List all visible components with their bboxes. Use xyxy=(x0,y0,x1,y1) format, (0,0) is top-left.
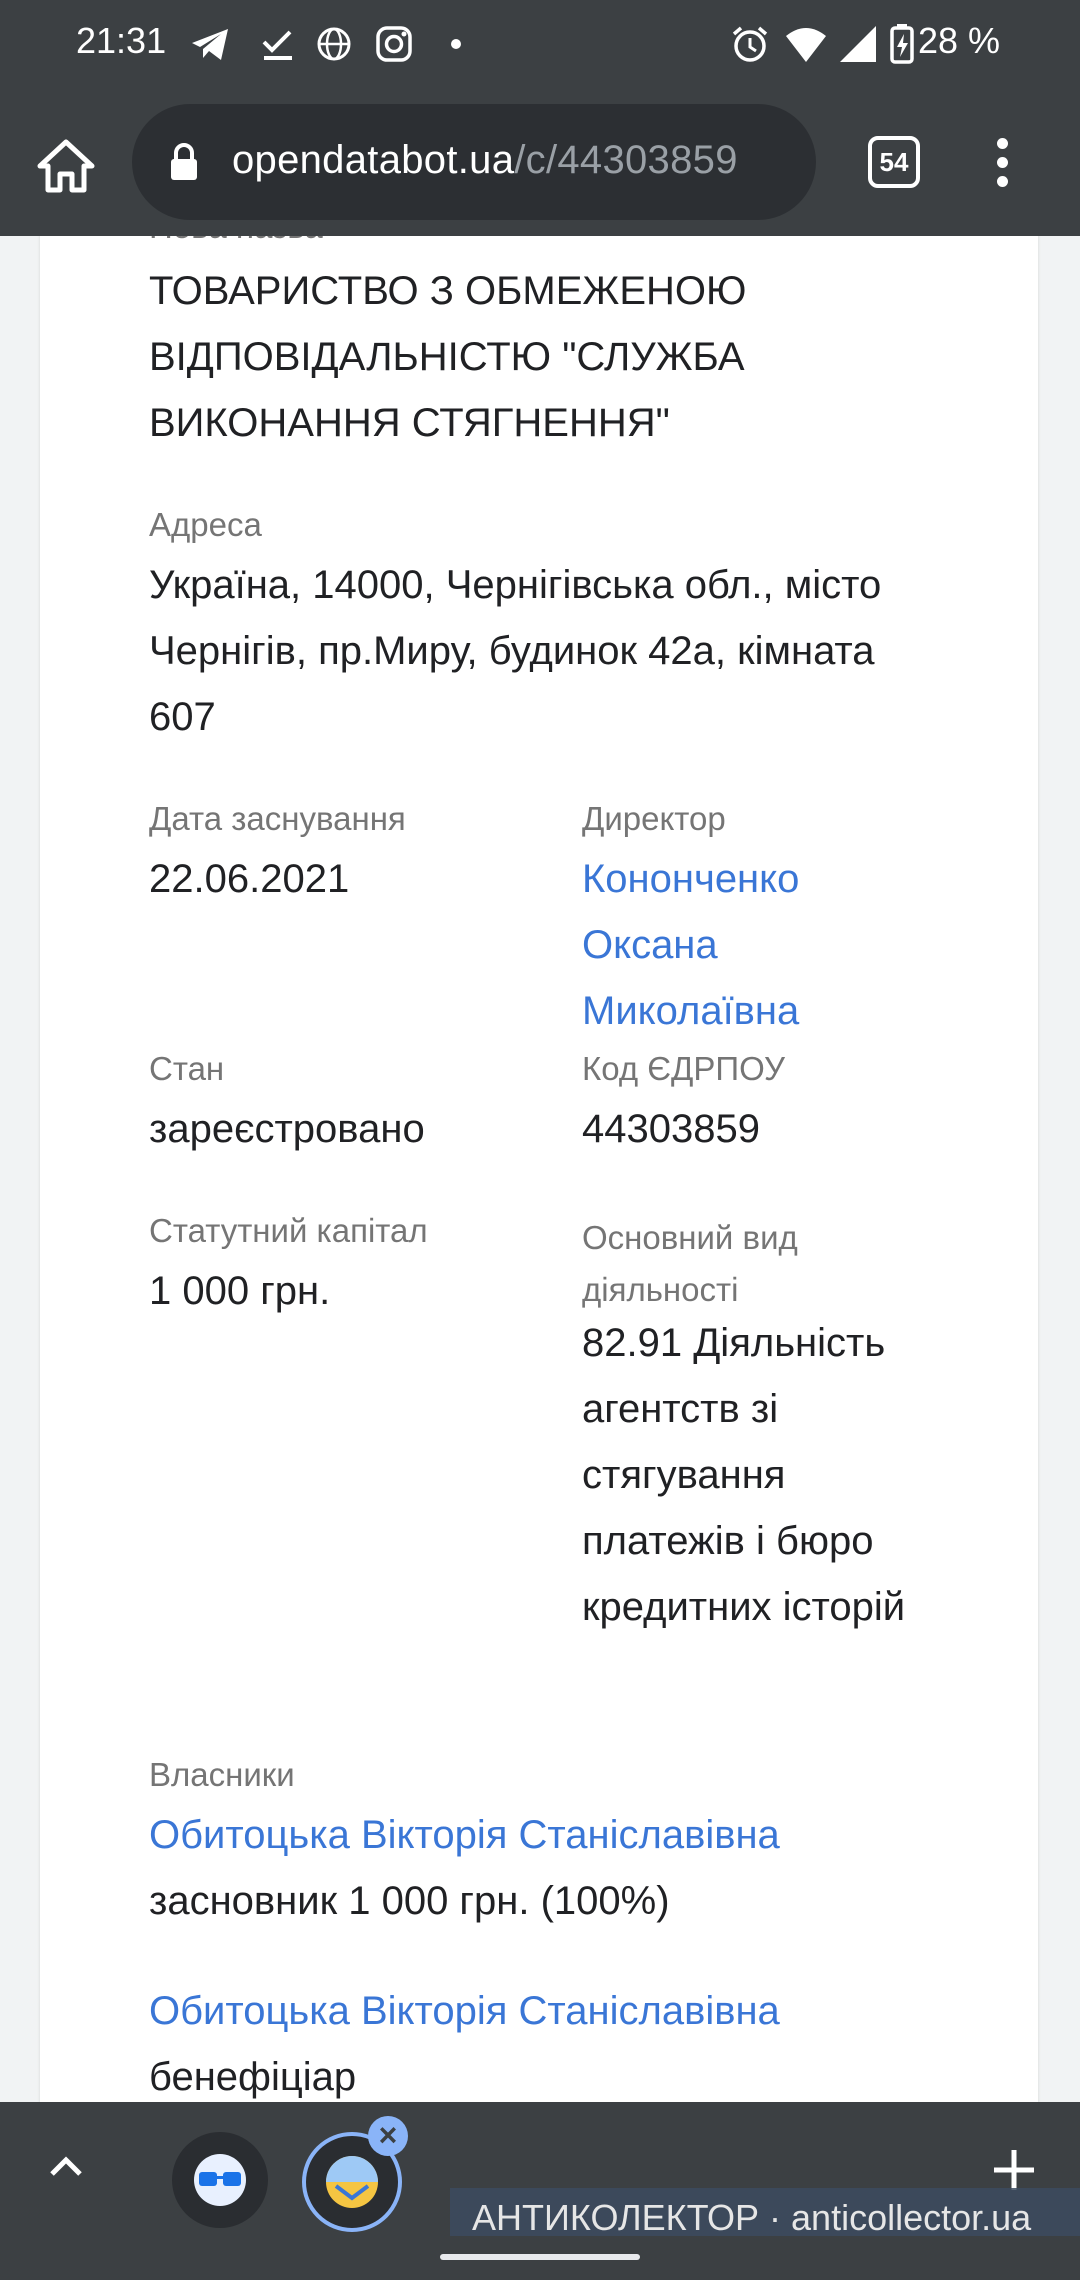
edrpou-value: 44303859 xyxy=(582,1107,760,1151)
owner-role: засновник 1 000 грн. (100%) xyxy=(149,1879,670,1923)
capital-label: Статутний капітал xyxy=(149,1212,428,1249)
status-label: Стан xyxy=(149,1050,225,1087)
beneficiary-name-link[interactable]: Обитоцька Вікторія Станіславівна xyxy=(149,1978,969,2044)
close-tab-icon[interactable]: × xyxy=(368,2116,408,2156)
new-name-label: Нова назва xyxy=(149,236,969,246)
owners-label: Власники xyxy=(149,1756,295,1793)
director-link[interactable]: Кононченко Оксана Миколаївна xyxy=(582,846,882,1044)
edrpou-label: Код ЄДРПОУ xyxy=(582,1050,785,1087)
founded-value: 22.06.2021 xyxy=(149,857,350,901)
url-path: /c/44303859 xyxy=(514,138,738,182)
status-time: 21:31 xyxy=(76,20,167,61)
glasses-favicon-icon xyxy=(194,2154,246,2206)
instagram-icon xyxy=(376,26,412,62)
dot-icon xyxy=(451,39,461,49)
more-menu-icon[interactable] xyxy=(980,134,1024,194)
director-label: Директор xyxy=(582,800,726,837)
alarm-icon xyxy=(732,26,768,62)
wifi-icon xyxy=(786,28,826,62)
beneficiary-role: бенефіціар xyxy=(149,2055,357,2099)
bottom-tab-strip: × АНТИКОЛЕКТОР · anticollector.ua xyxy=(0,2102,1080,2250)
tab-thumbnail[interactable] xyxy=(172,2132,268,2228)
activity-value: 82.91 Діяльність агентств зі стягування … xyxy=(582,1321,906,1629)
capital-value: 1 000 грн. xyxy=(149,1269,331,1313)
gesture-handle[interactable] xyxy=(440,2254,640,2260)
url-host: opendatabot.ua xyxy=(232,138,515,182)
status-bar: 21:31 28 % xyxy=(0,0,1080,92)
address-bar[interactable]: opendatabot.ua/c/44303859 xyxy=(132,104,816,220)
company-name: ТОВАРИСТВО З ОБМЕЖЕНОЮ ВІДПОВІДАЛЬНІСТЮ … xyxy=(149,269,747,445)
page-content[interactable]: Нова назва ТОВАРИСТВО З ОБМЕЖЕНОЮ ВІДПОВ… xyxy=(0,236,1080,2102)
battery-level: 28 % xyxy=(918,20,1001,61)
address-value: Україна, 14000, Чернігівська обл., місто… xyxy=(149,563,882,739)
owner-name-link[interactable]: Обитоцька Вікторія Станіславівна xyxy=(149,1802,969,1868)
globe-icon xyxy=(317,27,351,61)
lock-icon xyxy=(171,143,197,180)
system-nav-bar xyxy=(0,2236,1080,2280)
founded-label: Дата заснування xyxy=(149,800,406,837)
chevron-up-icon[interactable] xyxy=(46,2152,86,2180)
home-icon[interactable] xyxy=(34,134,98,198)
check-icon xyxy=(262,30,292,60)
url-text: opendatabot.ua/c/44303859 xyxy=(232,138,738,183)
activity-label: Основний вид діяльності xyxy=(582,1219,798,1308)
status-value: зареєстровано xyxy=(149,1107,425,1151)
telegram-icon xyxy=(192,29,228,60)
browser-toolbar: opendatabot.ua/c/44303859 54 xyxy=(0,92,1080,236)
address-label: Адреса xyxy=(149,506,262,543)
tab-switcher-button[interactable]: 54 xyxy=(868,136,920,188)
signal-icon xyxy=(840,26,876,62)
